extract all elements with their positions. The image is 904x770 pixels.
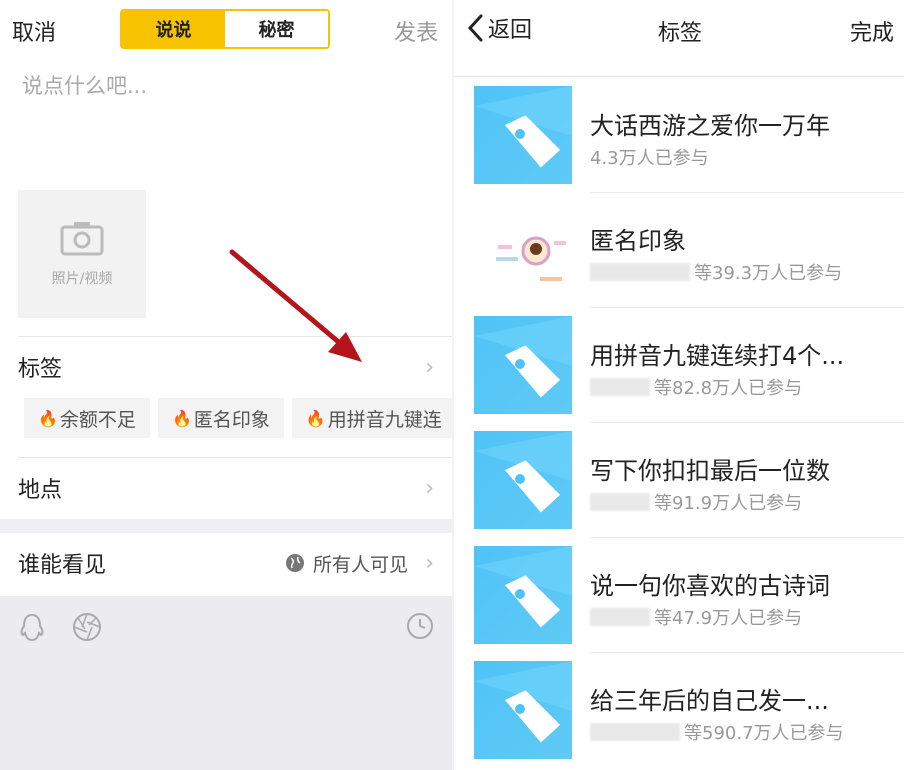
divider [454,76,904,77]
tag-name: 给三年后的自己发一... [590,687,829,715]
page-title: 标签 [657,21,702,46]
tag-icon [474,661,572,743]
tag-chip[interactable]: 🔥 匿名印象 [157,398,284,438]
tag-chip[interactable]: 🔥 用拼音九键连 [291,398,452,438]
blurred-names [590,378,650,396]
list-item[interactable]: 写下你扣扣最后一位数 等91.9万人已参与 [454,423,904,538]
globe-icon [285,554,304,572]
participant-count: 4.3万人已参与 [590,148,709,169]
participant-count: 等47.9万人已参与 [590,604,802,630]
tab-shuoshuo[interactable]: 说说 [122,11,225,47]
list-item[interactable]: 大话西游之爱你一万年 4.3万人已参与 [454,78,904,193]
visibility-label: 谁能看见 [18,553,107,578]
list-item[interactable]: 用拼音九键连续打4个... 等82.8万人已参与 [454,308,904,423]
suggested-tags: 🔥 余额不足 🔥 匿名印象 🔥 用拼音九键连 [24,398,452,438]
location-row[interactable]: 地点 › [0,458,452,518]
chevron-right-icon: › [425,550,434,576]
tag-icon [474,431,572,513]
chevron-right-icon: › [425,475,434,501]
tag-name: 匿名印象 [590,227,686,255]
clock-icon[interactable] [406,612,434,640]
location-label: 地点 [18,478,63,503]
fire-icon: 🔥 [171,408,192,428]
tags-panel: 返回 标签 完成 大话西游之爱你一万年 4.3万人已参与 匿名印象 等39.3万… [452,0,904,770]
avatar-collage-icon [496,236,566,281]
tag-name: 写下你扣扣最后一位数 [590,457,830,485]
tag-thumbnail [474,86,572,184]
tag-name: 说一句你喜欢的古诗词 [590,572,830,600]
fire-icon: 🔥 [38,408,58,428]
screenshot-root: 取消 说说 秘密 发表 说点什么吧... 照片/视频 标签 › 🔥 余额不足 🔥 匿… [0,0,904,770]
tag-thumbnail [474,431,572,529]
tag-thumbnail [474,316,572,414]
compose-header: 取消 说说 秘密 发表 [0,0,452,60]
tag-icon [474,86,572,168]
tag-thumbnail [474,546,572,644]
post-type-segmented-control: 说说 秘密 [120,9,330,49]
chevron-right-icon: › [425,354,434,380]
tag-name: 用拼音九键连续打4个... [590,342,845,370]
add-photo-video-button[interactable]: 照片/视频 [18,190,146,318]
compose-panel: 取消 说说 秘密 发表 说点什么吧... 照片/视频 标签 › 🔥 余额不足 🔥 匿… [0,0,452,770]
tag-chip[interactable]: 🔥 余额不足 [24,398,150,438]
section-gap [0,519,452,533]
blurred-names [590,493,650,511]
qq-penguin-icon[interactable] [18,612,46,644]
participant-count: 等590.7万人已参与 [590,719,844,745]
list-item[interactable]: 匿名印象 等39.3万人已参与 [454,193,904,308]
fire-icon: 🔥 [305,408,326,428]
blurred-names [590,263,690,281]
cancel-button[interactable]: 取消 [12,15,56,47]
publish-button[interactable]: 发表 [394,15,438,47]
blurred-names [590,723,680,741]
compose-toolbar [0,596,452,770]
tab-secret[interactable]: 秘密 [225,11,328,47]
list-item[interactable]: 给三年后的自己发一... 等590.7万人已参与 [454,653,904,768]
tag-thumbnail [474,201,572,299]
compose-input[interactable]: 说点什么吧... [22,70,147,100]
tags-header: 返回 标签 完成 [454,0,904,60]
tag-icon [474,316,572,398]
done-button[interactable]: 完成 [850,15,894,47]
tag-icon [474,546,572,628]
visibility-value: 所有人可见 [285,550,408,577]
blurred-names [590,608,650,626]
tags-row-label: 标签 [18,357,63,382]
participant-count: 等91.9万人已参与 [590,489,802,515]
photo-video-label: 照片/视频 [51,271,113,287]
aperture-icon[interactable] [72,612,102,642]
list-item[interactable]: 说一句你喜欢的古诗词 等47.9万人已参与 [454,538,904,653]
visibility-row[interactable]: 谁能看见 所有人可见 › [0,533,452,593]
annotation-arrow [229,249,362,362]
tag-name: 大话西游之爱你一万年 [590,112,830,140]
participant-count: 等39.3万人已参与 [590,259,842,285]
camera-icon [60,222,104,256]
tag-thumbnail [474,661,572,759]
participant-count: 等82.8万人已参与 [590,374,802,400]
